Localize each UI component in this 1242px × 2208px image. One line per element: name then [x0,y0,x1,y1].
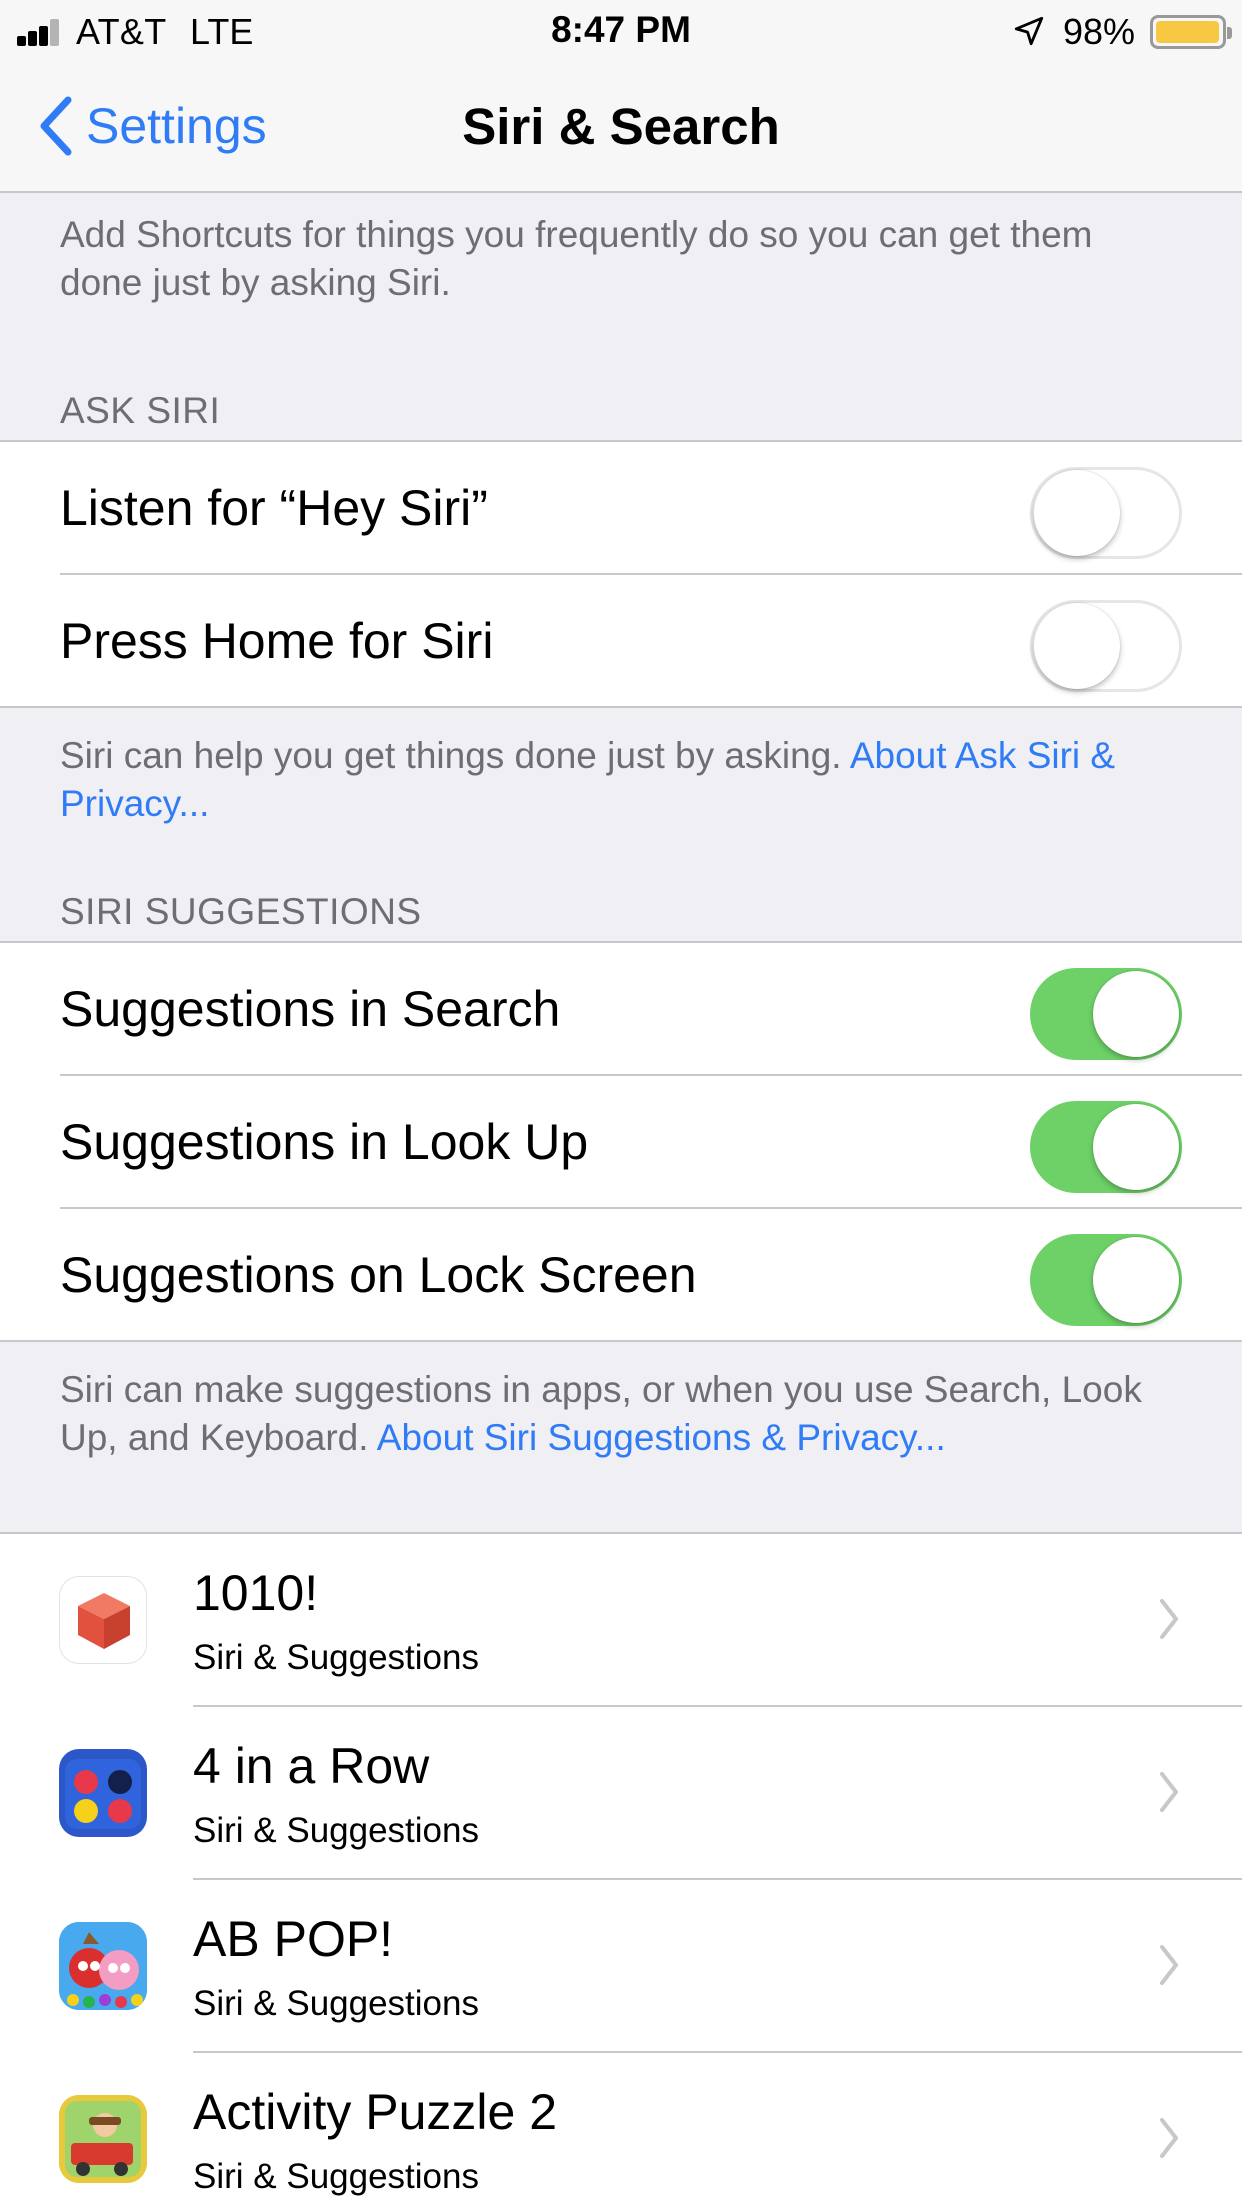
suggestions-in-look-up-toggle[interactable] [1030,1101,1182,1193]
location-arrow-icon [1014,16,1044,46]
press-home-row[interactable]: Press Home for Siri [0,575,1242,706]
about-siri-suggestions-link[interactable]: About Siri Suggestions & Privacy... [377,1417,946,1458]
suggestions-on-lock-screen-row[interactable]: Suggestions on Lock Screen [0,1209,1242,1340]
suggestions-in-look-up-label: Suggestions in Look Up [60,1113,589,1170]
red-cube-app-icon [59,1576,147,1664]
chevron-right-icon [1160,1772,1178,1812]
suggestions-in-search-toggle[interactable] [1030,968,1182,1060]
ask-siri-footer-text: Siri can help you get things done just b… [60,735,850,776]
suggestions-on-lock-screen-label: Suggestions on Lock Screen [60,1246,697,1303]
navigation-bar: Settings Siri & Search [0,62,1242,193]
four-in-a-row-app-icon [59,1749,147,1837]
press-home-toggle[interactable] [1030,600,1182,692]
suggestions-in-search-label: Suggestions in Search [60,980,561,1037]
app-name: Activity Puzzle 2 [193,2084,558,2140]
status-time: 8:47 PM [551,9,691,50]
suggestions-in-search-row[interactable]: Suggestions in Search [0,943,1242,1074]
status-bar: AT&T LTE 8:47 PM 98% [0,0,1242,62]
app-subtitle: Siri & Suggestions [193,1984,479,2023]
ask-siri-footer: Siri can help you get things done just b… [0,708,1242,891]
press-home-label: Press Home for Siri [60,612,494,669]
app-subtitle: Siri & Suggestions [193,1638,479,1677]
apps-group: 1010! Siri & Suggestions 4 in a Row Siri… [0,1532,1242,2208]
app-row-ab-pop[interactable]: AB POP! Siri & Suggestions [0,1880,1242,2051]
app-row-activity-puzzle-2[interactable]: Activity Puzzle 2 Siri & Suggestions [0,2053,1242,2208]
siri-suggestions-header: SIRI SUGGESTIONS [60,891,422,932]
hey-siri-label: Listen for “Hey Siri” [60,479,488,536]
page-title: Siri & Search [462,98,780,155]
siri-suggestions-footer: Siri can make suggestions in apps, or wh… [0,1342,1242,1532]
settings-list: Add Shortcuts for things you frequently … [0,193,1242,2208]
battery-percent: 98% [1063,11,1136,52]
app-name: AB POP! [193,1911,394,1967]
battery-fill [1156,21,1219,43]
suggestions-in-look-up-row[interactable]: Suggestions in Look Up [0,1076,1242,1207]
hey-siri-toggle[interactable] [1030,467,1182,559]
angry-birds-pop-app-icon [59,1922,147,2010]
battery-icon [1150,15,1232,49]
chevron-right-icon [1160,1945,1178,1985]
app-subtitle: Siri & Suggestions [193,2157,479,2196]
shortcuts-description: Add Shortcuts for things you frequently … [60,214,1093,303]
ask-siri-group: Listen for “Hey Siri” Press Home for Sir… [0,440,1242,708]
app-name: 1010! [193,1565,319,1621]
siri-suggestions-group: Suggestions in Search Suggestions in Loo… [0,941,1242,1342]
app-subtitle: Siri & Suggestions [193,1811,479,1850]
app-row-1010[interactable]: 1010! Siri & Suggestions [0,1534,1242,1705]
hey-siri-row[interactable]: Listen for “Hey Siri” [0,442,1242,573]
app-name: 4 in a Row [193,1738,430,1794]
siri-search-screen: AT&T LTE 8:47 PM 98% Settings Siri & Sea… [0,0,1242,2208]
suggestions-on-lock-screen-toggle[interactable] [1030,1234,1182,1326]
app-row-4-in-a-row[interactable]: 4 in a Row Siri & Suggestions [0,1707,1242,1878]
activity-puzzle-app-icon [59,2095,147,2183]
chevron-right-icon [1160,1599,1178,1639]
ask-siri-header: ASK SIRI [60,390,221,431]
chevron-right-icon [1160,2118,1178,2158]
